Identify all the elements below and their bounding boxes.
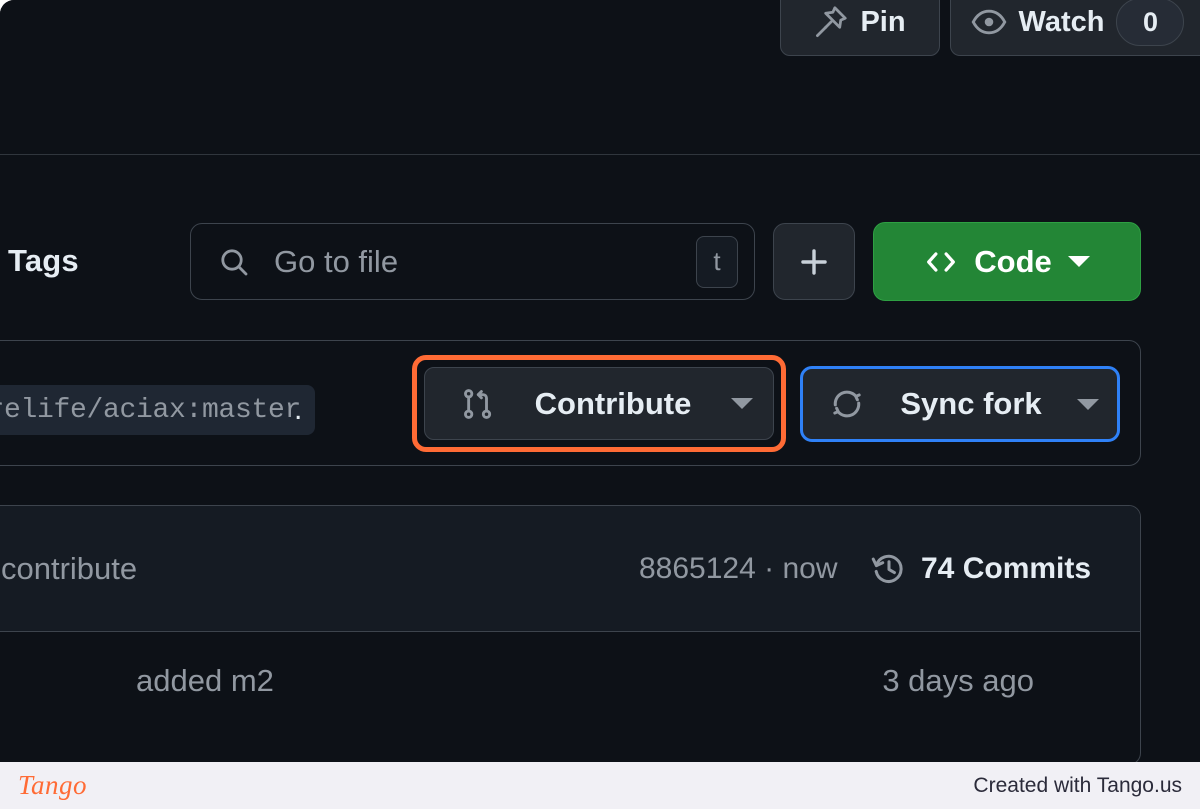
sync-icon <box>829 386 865 422</box>
add-file-button[interactable] <box>773 223 855 300</box>
go-to-file-shortcut-key: t <box>696 235 738 288</box>
file-list-card: contribute 8865124 · now 74 Commits adde… <box>0 505 1141 762</box>
commits-count-link[interactable]: 74 Commits <box>871 551 1091 587</box>
sync-fork-button[interactable]: Sync fork <box>800 366 1120 442</box>
commits-count-label: 74 Commits <box>921 551 1092 585</box>
tango-logo: Tango <box>18 770 88 800</box>
git-pull-request-icon <box>461 387 495 421</box>
sync-fork-button-label: Sync fork <box>900 386 1042 421</box>
table-row[interactable]: added m2 3 days ago <box>0 633 1140 728</box>
watch-count-badge: 0 <box>1116 0 1185 46</box>
latest-commit-header: contribute 8865124 · now 74 Commits <box>0 506 1140 632</box>
go-to-file-input[interactable]: Go to file t <box>190 223 755 300</box>
repo-action-buttons: Pin Watch 0 <box>780 0 1200 56</box>
history-clock-icon <box>871 551 907 587</box>
contribute-button[interactable]: Contribute <box>424 367 774 440</box>
tango-footer: Tango Created with Tango.us <box>0 762 1200 809</box>
upstream-branch-badge: arelife/aciax:master <box>0 385 316 435</box>
tags-label[interactable]: Tags <box>8 243 79 279</box>
branch-sentence-period: . <box>294 393 303 426</box>
go-to-file-placeholder: Go to file <box>274 243 399 279</box>
eye-icon <box>971 4 1007 40</box>
github-repo-page: Pin Watch 0 Tags Go to file t Code areli… <box>0 0 1200 762</box>
watch-button[interactable]: Watch 0 <box>950 0 1200 56</box>
chevron-down-icon <box>1067 256 1090 267</box>
repo-header-strip: Pin Watch 0 <box>0 0 1200 155</box>
code-button[interactable]: Code <box>873 222 1141 301</box>
file-commit-message[interactable]: added m2 <box>136 663 274 699</box>
pin-button[interactable]: Pin <box>780 0 940 56</box>
latest-commit-message[interactable]: contribute <box>1 551 137 587</box>
chevron-down-icon <box>731 398 753 409</box>
screenshot-root: Pin Watch 0 Tags Go to file t Code areli… <box>0 0 1200 809</box>
latest-commit-meta: 8865124 · now <box>639 551 838 585</box>
pin-icon <box>814 5 848 39</box>
chevron-down-icon <box>1077 398 1099 410</box>
footer-credit-text: Created with Tango.us <box>973 773 1182 797</box>
plus-icon <box>797 245 831 279</box>
code-button-label: Code <box>974 243 1052 279</box>
code-brackets-icon <box>924 245 958 279</box>
pin-button-label: Pin <box>860 5 906 38</box>
search-icon <box>218 246 250 278</box>
contribute-button-label: Contribute <box>534 385 692 421</box>
file-commit-time: 3 days ago <box>882 662 1034 698</box>
watch-button-label: Watch <box>1018 5 1105 38</box>
